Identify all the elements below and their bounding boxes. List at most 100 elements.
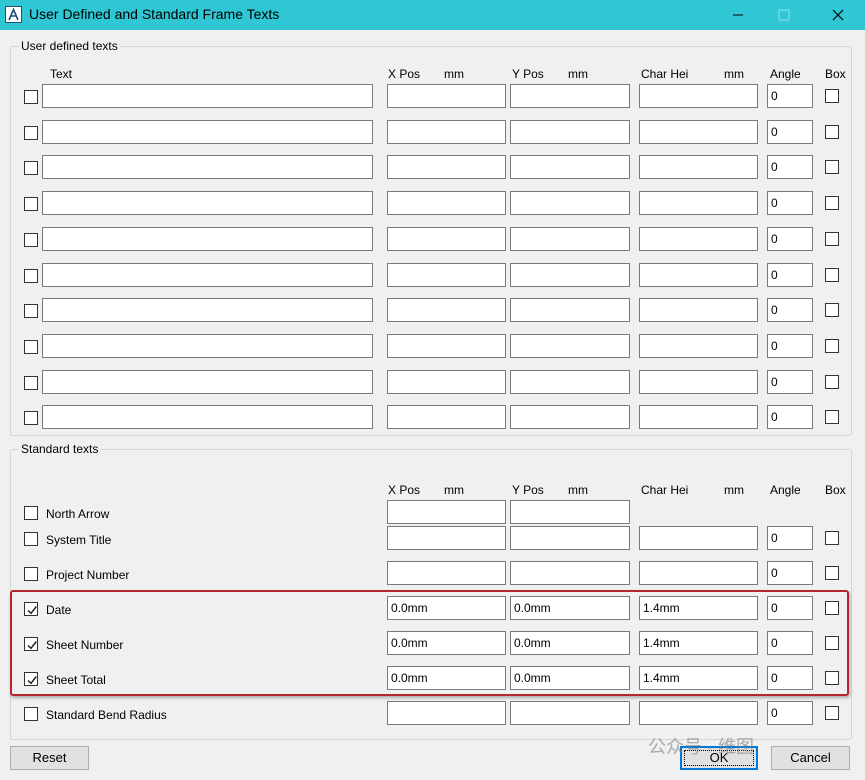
user-text-input[interactable] <box>42 262 373 287</box>
xpos-input[interactable] <box>387 191 506 216</box>
box-checkbox[interactable] <box>825 231 839 246</box>
char-height-input[interactable] <box>639 405 758 430</box>
box-checkbox[interactable] <box>825 89 839 103</box>
user-text-enable-checkbox[interactable] <box>24 268 38 283</box>
xpos-input[interactable] <box>387 119 506 144</box>
user-text-enable-checkbox[interactable] <box>24 125 38 140</box>
angle-input[interactable]: 0 <box>767 369 813 394</box>
box-checkbox[interactable] <box>825 196 839 211</box>
user-text-input[interactable] <box>42 369 373 394</box>
char-height-input[interactable] <box>639 191 758 216</box>
system-title-xpos-input[interactable] <box>387 526 506 550</box>
user-text-enable-checkbox[interactable] <box>24 339 38 354</box>
box-checkbox[interactable] <box>825 410 839 425</box>
project-number-char-height-input[interactable] <box>639 561 758 585</box>
user-text-enable-checkbox[interactable] <box>24 375 38 390</box>
box-checkbox[interactable] <box>825 267 839 282</box>
project-number-ypos-input[interactable] <box>510 561 630 585</box>
cancel-button[interactable]: Cancel <box>771 746 850 770</box>
char-height-input[interactable] <box>639 262 758 287</box>
ypos-input[interactable] <box>510 369 630 394</box>
box-checkbox[interactable] <box>825 374 839 389</box>
angle-input[interactable]: 0 <box>767 333 813 358</box>
close-button[interactable] <box>815 0 861 30</box>
user-text-input[interactable] <box>42 298 373 323</box>
angle-input[interactable]: 0 <box>767 262 813 287</box>
xpos-input[interactable] <box>387 298 506 323</box>
angle-input[interactable]: 0 <box>767 405 813 430</box>
char-height-input[interactable] <box>639 84 758 108</box>
angle-input[interactable]: 0 <box>767 84 813 108</box>
standard-bend-radius-ypos-input[interactable] <box>510 701 630 725</box>
standard-bend-radius-angle-input[interactable]: 0 <box>767 701 813 725</box>
title-bar: User Defined and Standard Frame Texts <box>0 0 865 30</box>
header-char-hei-unit: mm <box>724 67 744 81</box>
char-height-input[interactable] <box>639 298 758 323</box>
char-height-input[interactable] <box>639 369 758 394</box>
ypos-input[interactable] <box>510 191 630 216</box>
ypos-input[interactable] <box>510 226 630 251</box>
xpos-input[interactable] <box>387 155 506 180</box>
highlight-box <box>10 590 849 696</box>
system-title-label: System Title <box>46 533 112 547</box>
ypos-input[interactable] <box>510 298 630 323</box>
system-title-ypos-input[interactable] <box>510 526 630 550</box>
project-number-xpos-input[interactable] <box>387 561 506 585</box>
user-text-enable-checkbox[interactable] <box>24 232 38 247</box>
ypos-input[interactable] <box>510 119 630 144</box>
project-number-box-checkbox[interactable] <box>825 566 839 580</box>
system-title-char-height-input[interactable] <box>639 526 758 550</box>
user-text-enable-checkbox[interactable] <box>24 197 38 212</box>
user-text-enable-checkbox[interactable] <box>24 161 38 176</box>
standard-bend-radius-box-checkbox[interactable] <box>825 706 839 720</box>
ypos-input[interactable] <box>510 84 630 108</box>
system-title-box-checkbox[interactable] <box>825 531 839 545</box>
xpos-input[interactable] <box>387 226 506 251</box>
user-text-input[interactable] <box>42 84 373 108</box>
north-arrow-ypos-input[interactable] <box>510 500 630 524</box>
user-text-input[interactable] <box>42 155 373 180</box>
project-number-angle-input[interactable]: 0 <box>767 561 813 585</box>
user-text-enable-checkbox[interactable] <box>24 304 38 319</box>
char-height-input[interactable] <box>639 155 758 180</box>
ypos-input[interactable] <box>510 155 630 180</box>
char-height-input[interactable] <box>639 226 758 251</box>
user-text-input[interactable] <box>42 333 373 358</box>
box-checkbox[interactable] <box>825 303 839 318</box>
xpos-input[interactable] <box>387 84 506 108</box>
user-text-input[interactable] <box>42 119 373 144</box>
standard-bend-radius-char-height-input[interactable] <box>639 701 758 725</box>
standard-bend-radius-xpos-input[interactable] <box>387 701 506 725</box>
ypos-input[interactable] <box>510 262 630 287</box>
system-title-angle-input[interactable]: 0 <box>767 526 813 550</box>
ypos-input[interactable] <box>510 405 630 430</box>
reset-button[interactable]: Reset <box>10 746 89 770</box>
char-height-input[interactable] <box>639 119 758 144</box>
minimize-button[interactable] <box>715 0 761 30</box>
angle-input[interactable]: 0 <box>767 191 813 216</box>
project-number-checkbox[interactable] <box>24 567 38 581</box>
user-text-input[interactable] <box>42 405 373 430</box>
box-checkbox[interactable] <box>825 160 839 175</box>
xpos-input[interactable] <box>387 333 506 358</box>
north-arrow-checkbox[interactable] <box>24 506 38 520</box>
angle-input[interactable]: 0 <box>767 155 813 180</box>
system-title-checkbox[interactable] <box>24 532 38 546</box>
north-arrow-xpos-input[interactable] <box>387 500 506 524</box>
standard-bend-radius-checkbox[interactable] <box>24 707 38 721</box>
user-text-enable-checkbox[interactable] <box>24 411 38 426</box>
angle-input[interactable]: 0 <box>767 226 813 251</box>
xpos-input[interactable] <box>387 405 506 430</box>
angle-input[interactable]: 0 <box>767 119 813 144</box>
user-text-input[interactable] <box>42 191 373 216</box>
user-text-input[interactable] <box>42 226 373 251</box>
angle-input[interactable]: 0 <box>767 298 813 323</box>
std-header-char-hei-unit: mm <box>724 483 744 497</box>
ypos-input[interactable] <box>510 333 630 358</box>
box-checkbox[interactable] <box>825 338 839 353</box>
char-height-input[interactable] <box>639 333 758 358</box>
box-checkbox[interactable] <box>825 124 839 139</box>
xpos-input[interactable] <box>387 369 506 394</box>
xpos-input[interactable] <box>387 262 506 287</box>
user-text-enable-checkbox[interactable] <box>24 90 38 104</box>
